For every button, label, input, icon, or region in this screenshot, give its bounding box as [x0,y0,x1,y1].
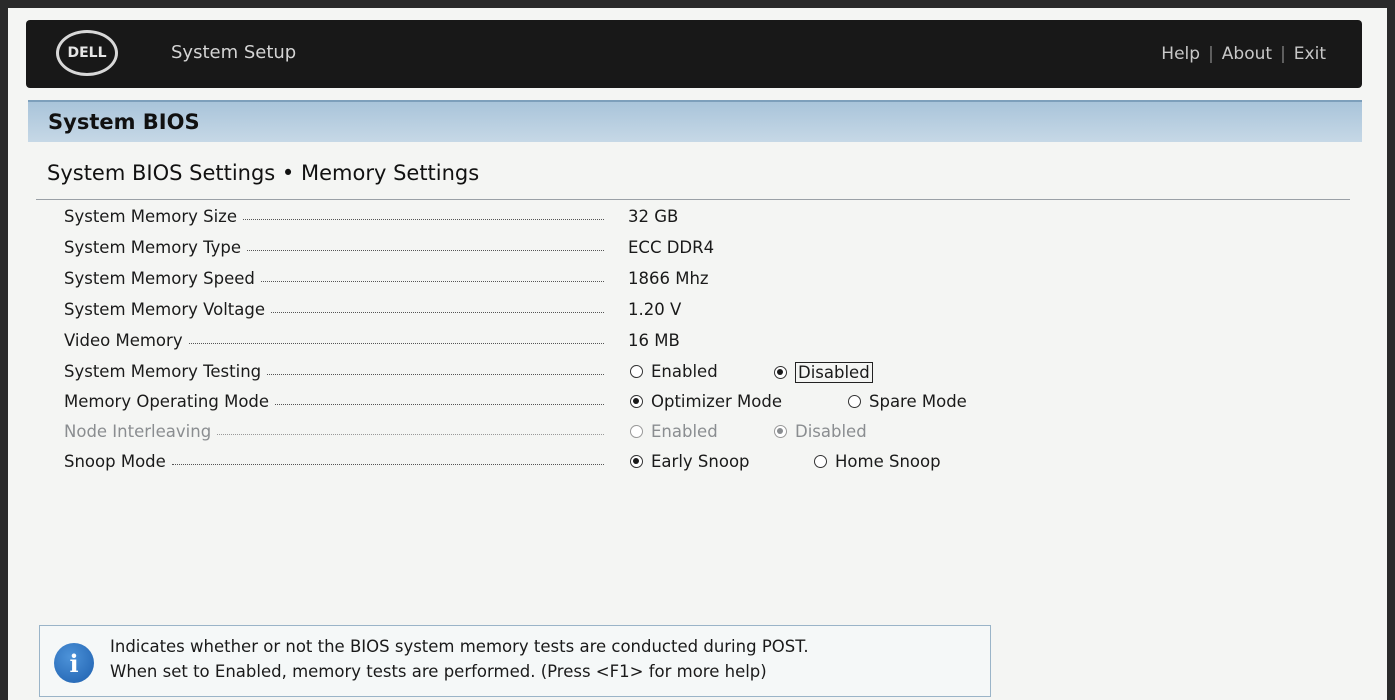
radio-icon [848,395,861,408]
dot-leader [247,250,604,251]
setting-row-memory-type: System Memory Type ECC DDR4 [64,238,1014,266]
setting-label: System Memory Type [64,238,242,257]
setting-label: System Memory Testing [64,362,262,381]
setting-label: System Memory Size [64,207,237,226]
memory-testing-disabled-radio[interactable]: Disabled [774,362,873,383]
node-interleaving-enabled-radio: Enabled [630,422,718,441]
setting-label: System Memory Voltage [64,300,266,319]
setting-label: Video Memory [64,331,183,350]
info-icon: i [54,643,94,683]
link-separator: | [1208,44,1214,64]
radio-selected-icon [774,366,787,379]
radio-icon [630,365,643,378]
help-panel: i Indicates whether or not the BIOS syst… [39,625,991,697]
app-title: System Setup [171,42,297,63]
dot-leader [243,219,604,220]
setting-row-memory-voltage: System Memory Voltage 1.20 V [64,300,1014,328]
page-title: System BIOS Settings • Memory Settings [47,161,480,185]
dot-leader [217,434,604,435]
node-interleaving-disabled-radio: Disabled [774,422,867,441]
help-link[interactable]: Help [1161,44,1200,64]
link-separator: | [1280,44,1286,64]
setting-label: Memory Operating Mode [64,392,270,411]
bios-screen: DELL System Setup Help | About | Exit Sy… [8,8,1387,700]
setting-row-video-memory: Video Memory 16 MB [64,331,1014,359]
section-header: System BIOS [28,100,1362,142]
radio-selected-icon [774,425,787,438]
dot-leader [188,343,604,344]
exit-link[interactable]: Exit [1294,44,1326,64]
dot-leader [271,312,604,313]
help-line-1: Indicates whether or not the BIOS system… [110,637,809,656]
section-title: System BIOS [48,110,200,134]
setting-value: 1.20 V [628,300,682,319]
dot-leader [275,404,604,405]
setting-row-memory-speed: System Memory Speed 1866 Mhz [64,269,1014,297]
memory-testing-enabled-radio[interactable]: Enabled [630,362,718,381]
setting-row-node-interleaving: Node Interleaving Enabled Disabled [64,422,1014,450]
divider [36,199,1350,200]
dot-leader [267,374,604,375]
setting-value: ECC DDR4 [628,238,715,257]
setting-row-memory-testing: System Memory Testing Enabled Disabled [64,362,1014,390]
setting-label: Snoop Mode [64,452,166,471]
optimizer-mode-radio[interactable]: Optimizer Mode [630,392,782,411]
dell-logo: DELL [56,30,118,76]
early-snoop-radio[interactable]: Early Snoop [630,452,750,471]
setting-value: 32 GB [628,207,679,226]
top-links: Help | About | Exit [1161,44,1326,64]
radio-selected-icon [630,455,643,468]
setting-value: 16 MB [628,331,680,350]
setting-row-snoop-mode: Snoop Mode Early Snoop Home Snoop [64,452,1014,480]
setting-row-operating-mode: Memory Operating Mode Optimizer Mode Spa… [64,392,1014,420]
setting-value: 1866 Mhz [628,269,709,288]
setting-label: Node Interleaving [64,422,212,441]
radio-selected-icon [630,395,643,408]
radio-icon [814,455,827,468]
help-text: Indicates whether or not the BIOS system… [110,634,809,684]
home-snoop-radio[interactable]: Home Snoop [814,452,941,471]
spare-mode-radio[interactable]: Spare Mode [848,392,967,411]
dot-leader [260,281,604,282]
setting-label: System Memory Speed [64,269,255,288]
about-link[interactable]: About [1222,44,1272,64]
radio-icon [630,425,643,438]
top-bar: DELL System Setup Help | About | Exit [26,20,1362,88]
setting-row-memory-size: System Memory Size 32 GB [64,207,1014,235]
dot-leader [171,464,604,465]
help-line-2: When set to Enabled, memory tests are pe… [110,662,767,681]
